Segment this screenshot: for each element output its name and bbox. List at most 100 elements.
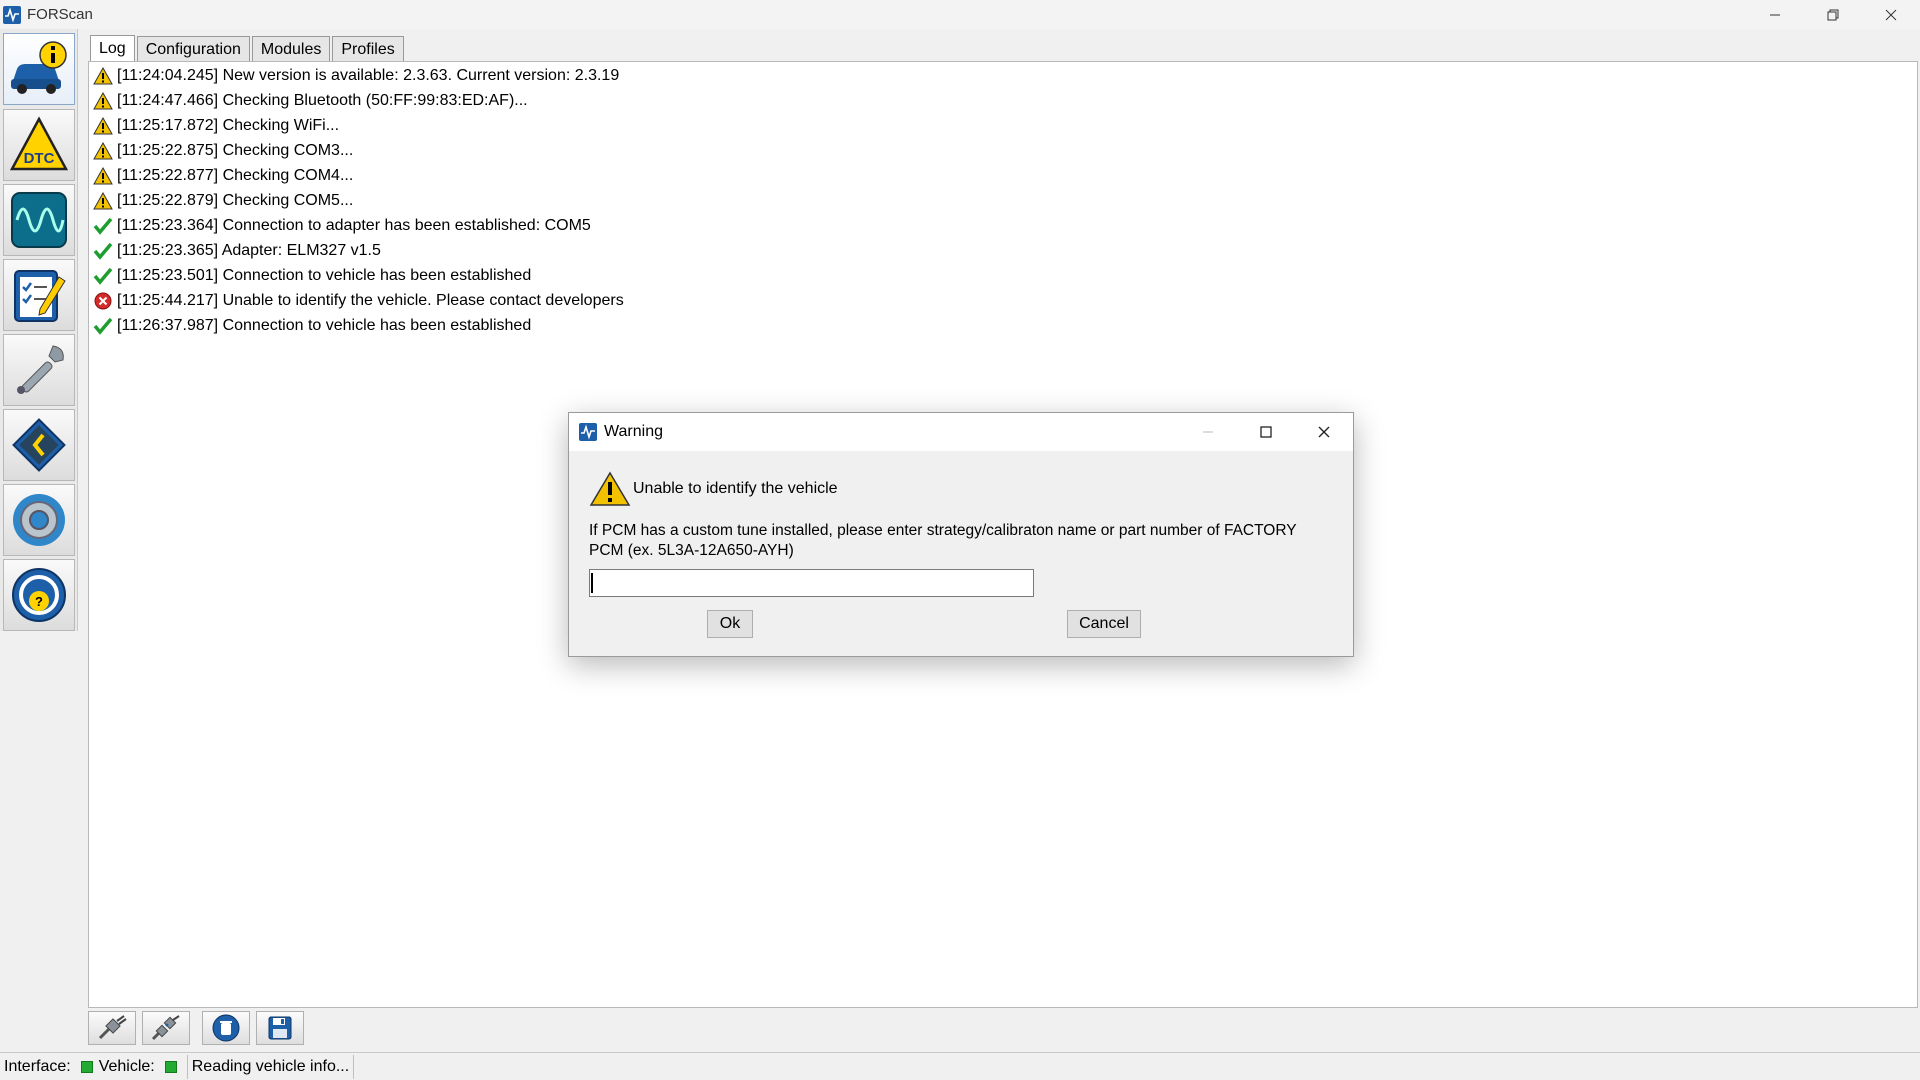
- log-text: [11:25:23.365] Adapter: ELM327 v1.5: [117, 241, 381, 259]
- restore-icon: [1827, 9, 1839, 20]
- floppy-disk-icon: [268, 1016, 292, 1040]
- checkmark-icon: [93, 241, 113, 261]
- warning-dialog: Warning Unable to identify the vehicle I…: [568, 412, 1354, 657]
- interface-status-led: [80, 1060, 93, 1073]
- warning-icon: [93, 141, 113, 161]
- warning-icon: [93, 166, 113, 186]
- restore-button[interactable]: [1804, 0, 1862, 29]
- checklist-icon: [14, 270, 66, 322]
- dialog-title: Warning: [604, 423, 663, 440]
- log-text: [11:24:04.245] New version is available:…: [117, 66, 620, 84]
- log-entry: [11:26:37.987] Connection to vehicle has…: [93, 313, 531, 338]
- vehicle-status-led: [164, 1060, 177, 1073]
- plug-disconnect-icon: [151, 1015, 180, 1041]
- log-entry: [11:25:22.877] Checking COM4...: [93, 163, 353, 188]
- interface-label: Interface:: [4, 1057, 71, 1075]
- checkmark-icon: [93, 316, 113, 336]
- vehicle-label: Vehicle:: [98, 1057, 155, 1075]
- log-text: [11:24:47.466] Checking Bluetooth (50:FF…: [117, 91, 528, 109]
- close-button[interactable]: [1862, 0, 1920, 29]
- dialog-message: If PCM has a custom tune installed, plea…: [589, 522, 1297, 559]
- sidebar-item-vehicle-info[interactable]: [3, 33, 75, 105]
- main-tabs: Log Configuration Modules Profiles: [90, 35, 406, 62]
- sidebar-item-service[interactable]: [3, 334, 75, 406]
- checkmark-icon: [93, 216, 113, 236]
- car-info-icon: [11, 41, 67, 94]
- error-icon: [93, 291, 113, 311]
- log-text: [11:25:44.217] Unable to identify the ve…: [117, 291, 624, 309]
- plug-connect-icon: [98, 1015, 127, 1040]
- status-message-segment: Reading vehicle info...: [188, 1054, 355, 1079]
- close-icon: [1318, 426, 1330, 438]
- minimize-button[interactable]: [1746, 0, 1804, 29]
- trash-icon: [212, 1014, 240, 1042]
- clear-log-button[interactable]: [202, 1011, 250, 1045]
- log-entry: [11:25:17.872] Checking WiFi...: [93, 113, 339, 138]
- save-log-button[interactable]: [256, 1011, 304, 1045]
- minimize-icon: [1203, 431, 1213, 433]
- sidebar: DTC ?: [0, 29, 78, 631]
- log-entry: [11:25:44.217] Unable to identify the ve…: [93, 288, 624, 313]
- log-entry: [11:25:23.501] Connection to vehicle has…: [93, 263, 531, 288]
- log-text: [11:25:17.872] Checking WiFi...: [117, 116, 340, 134]
- dtc-warning-icon: DTC: [9, 116, 69, 171]
- warning-icon: [93, 191, 113, 211]
- warning-icon: [93, 116, 113, 136]
- sidebar-item-oscilloscope[interactable]: [3, 184, 75, 256]
- log-text: [11:25:23.501] Connection to vehicle has…: [117, 266, 532, 284]
- sidebar-item-help[interactable]: ?: [3, 559, 75, 631]
- dialog-title-bar: Warning: [569, 413, 1353, 451]
- wrench-icon: [17, 345, 64, 394]
- interface-status: Interface: Vehicle:: [0, 1054, 188, 1079]
- log-text: [11:25:22.879] Checking COM5...: [117, 191, 354, 209]
- strategy-calibration-input[interactable]: [589, 569, 1034, 597]
- bottom-toolbar: [88, 1011, 310, 1045]
- sidebar-item-settings[interactable]: [3, 484, 75, 556]
- cancel-button[interactable]: Cancel: [1067, 610, 1141, 638]
- window-controls: [1746, 0, 1920, 29]
- oscilloscope-icon: [11, 192, 67, 248]
- log-entry: [11:24:04.245] New version is available:…: [93, 63, 619, 88]
- log-text: [11:25:23.364] Connection to adapter has…: [117, 216, 591, 234]
- checkmark-icon: [93, 266, 113, 286]
- log-entry: [11:24:47.466] Checking Bluetooth (50:FF…: [93, 88, 528, 113]
- log-entry: [11:25:23.365] Adapter: ELM327 v1.5: [93, 238, 381, 263]
- chip-icon: [12, 418, 66, 472]
- dialog-close-button[interactable]: [1295, 413, 1353, 451]
- forscan-app-icon: [3, 5, 21, 24]
- svg-text:?: ?: [35, 594, 43, 609]
- tab-configuration[interactable]: Configuration: [136, 36, 250, 62]
- dialog-window-controls: [1179, 413, 1353, 451]
- tab-profiles[interactable]: Profiles: [332, 36, 404, 62]
- title-bar: FORScan: [0, 0, 1920, 29]
- sidebar-item-dtc[interactable]: DTC: [3, 109, 75, 181]
- gear-icon: [13, 494, 65, 546]
- maximize-icon: [1260, 426, 1272, 438]
- dtc-label: DTC: [24, 150, 55, 167]
- status-message: Reading vehicle info...: [191, 1057, 350, 1075]
- disconnect-button[interactable]: [142, 1011, 190, 1045]
- window-title: FORScan: [27, 6, 93, 23]
- help-icon: ?: [12, 568, 66, 622]
- dialog-maximize-button[interactable]: [1237, 413, 1295, 451]
- dialog-heading: Unable to identify the vehicle: [589, 471, 838, 507]
- log-text: [11:25:22.875] Checking COM3...: [117, 141, 354, 159]
- log-text: [11:25:22.877] Checking COM4...: [117, 166, 354, 184]
- log-entry: [11:25:22.875] Checking COM3...: [93, 138, 353, 163]
- warning-icon: [589, 471, 631, 506]
- sidebar-item-tests[interactable]: [3, 259, 75, 331]
- forscan-app-icon: [579, 423, 597, 441]
- tab-log[interactable]: Log: [90, 35, 135, 62]
- log-entry: [11:25:22.879] Checking COM5...: [93, 188, 353, 213]
- log-entry: [11:25:23.364] Connection to adapter has…: [93, 213, 591, 238]
- connect-button[interactable]: [88, 1011, 136, 1045]
- tab-modules[interactable]: Modules: [251, 36, 331, 62]
- ok-button[interactable]: Ok: [707, 610, 753, 638]
- warning-icon: [93, 91, 113, 111]
- status-bar: Interface: Vehicle: Reading vehicle info…: [0, 1052, 1920, 1080]
- sidebar-item-programming[interactable]: [3, 409, 75, 481]
- close-icon: [1885, 9, 1897, 20]
- dialog-minimize-button[interactable]: [1179, 413, 1237, 451]
- text-cursor: [591, 573, 593, 593]
- log-text: [11:26:37.987] Connection to vehicle has…: [117, 316, 532, 334]
